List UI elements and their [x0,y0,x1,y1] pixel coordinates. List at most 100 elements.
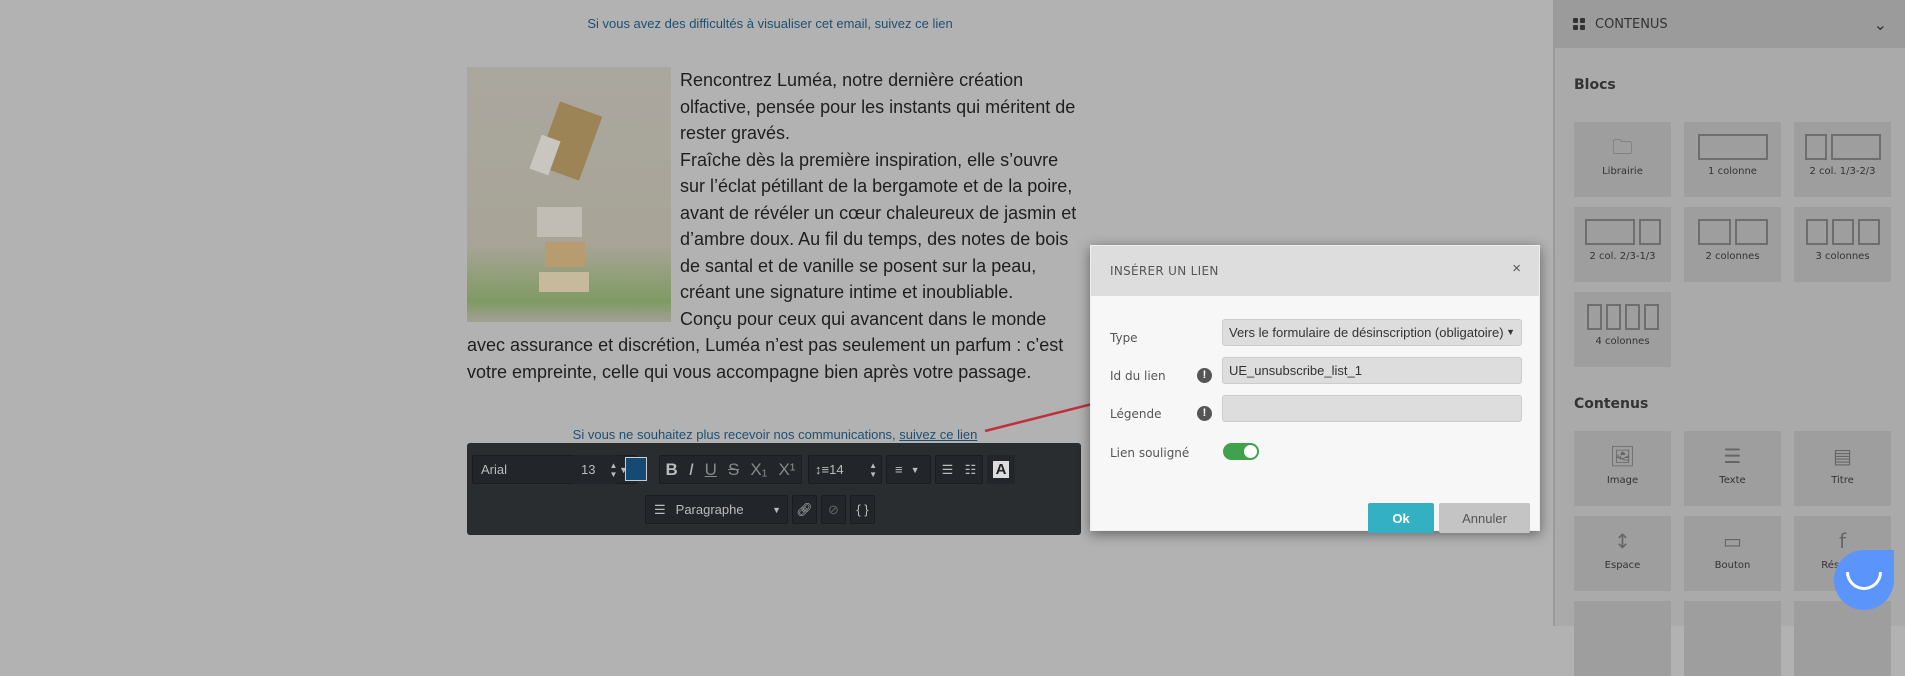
tile-label: Bouton [1714,560,1751,571]
bullet-list-icon[interactable]: ☰ [942,462,954,478]
link-id-label: Id du lien [1110,369,1166,383]
layout-icon [1574,207,1671,251]
block-4-columns[interactable]: 4 colonnes [1574,292,1671,367]
caption-input[interactable] [1222,395,1522,422]
text-toolbar: Arial ▼ 13 ▲ ▼ B I U S X₁ X¹ ↕≡ 14 ▲ ▼ ≡ ▼ ☰ ☷ A ☰ Par… [467,443,1081,535]
ok-button[interactable]: Ok [1368,503,1434,533]
tile-label: Espace [1604,560,1641,571]
content-text[interactable]: ☰ Texte [1684,431,1781,506]
dialog-title: INSÉRER UN LIEN [1091,246,1539,296]
contents-sidebar: CONTENUS ⌄ Blocs 🗀 Librairie 1 colonne 2 c… [1553,0,1905,676]
italic-icon[interactable]: I [689,460,694,480]
stepper-icon: ▲ ▼ [869,460,877,479]
link-id-input[interactable]: UE_unsubscribe_list_1 [1222,357,1522,384]
layout-icon [1684,122,1781,166]
tile-label: 2 col. 1/3-2/3 [1809,166,1876,177]
close-icon[interactable]: × [1512,260,1521,277]
paragraph-icon: ☰ [654,501,666,517]
caret-down-icon: ▼ [772,504,781,515]
type-value: Vers le formulaire de désinscription (ob… [1229,325,1504,340]
tile-label: 2 colonnes [1705,251,1760,262]
numbered-list-icon[interactable]: ☷ [965,462,977,478]
underline-toggle[interactable] [1223,443,1259,460]
title-icon: ▤ [1833,444,1852,468]
chevron-down-icon[interactable]: ⌄ [1874,15,1887,34]
remove-link-button[interactable]: ⊘ [821,495,846,524]
spacer-icon: ↕ [1614,529,1631,553]
block-1-column[interactable]: 1 colonne [1684,122,1781,197]
subscript-icon[interactable]: X₁ [750,460,767,480]
tile-label: 2 col. 2/3-1/3 [1589,251,1656,262]
type-select[interactable]: Vers le formulaire de désinscription (ob… [1222,319,1522,346]
link-icon: 🔗︎ [796,501,813,517]
font-size-stepper[interactable]: 13 ▲ ▼ [573,455,618,484]
layout-icon [1794,207,1891,251]
stepper-icon: ▲ ▼ [609,460,618,479]
layout-icon [1794,122,1891,166]
blocks-heading: Blocs [1574,77,1616,93]
sidebar-header[interactable]: CONTENUS ⌄ [1555,0,1905,48]
tile-label: 4 colonnes [1595,336,1650,347]
block-2col-2-3[interactable]: 2 col. 2/3-1/3 [1574,207,1671,282]
align-select[interactable]: ≡ ▼ [886,455,931,484]
image-icon: 🖼︎ [1609,444,1636,468]
line-height-icon: ↕≡ [815,462,830,477]
smile-icon [1846,572,1882,590]
block-library[interactable]: 🗀 Librairie [1574,122,1671,197]
paragraph-format-select[interactable]: ☰ Paragraphe ▼ [645,495,788,524]
chat-widget-button[interactable] [1834,550,1894,610]
content-image[interactable]: 🖼︎ Image [1574,431,1671,506]
content-tile[interactable] [1794,601,1891,676]
text-style-button[interactable]: A [987,455,1015,484]
paragraph-format-label: Paragraphe [675,502,744,517]
insert-link-button[interactable]: 🔗︎ [792,495,817,524]
superscript-icon[interactable]: X¹ [778,460,795,480]
block-2-columns[interactable]: 2 colonnes [1684,207,1781,282]
tile-label: Librairie [1602,166,1643,177]
braces-icon: { } [856,502,869,517]
content-button[interactable]: ▭ Bouton [1684,516,1781,591]
content-title[interactable]: ▤ Titre [1794,431,1891,506]
cancel-button[interactable]: Annuler [1439,503,1530,533]
strikethrough-icon[interactable]: S [728,460,739,480]
text-color-swatch[interactable] [625,457,647,481]
tile-label: Titre [1831,475,1854,486]
font-style-icon: A [992,461,1010,478]
bold-icon[interactable]: B [666,460,678,480]
text-icon: ☰ [1723,444,1742,468]
info-icon[interactable]: ! [1197,368,1212,383]
tile-label: 3 colonnes [1815,251,1870,262]
font-size-value: 13 [581,462,596,477]
line-height-stepper[interactable]: ↕≡ 14 ▲ ▼ [808,455,882,484]
tile-label: Image [1606,475,1639,486]
underline-label: Lien souligné [1110,446,1190,460]
folder-icon: 🗀 [1612,135,1633,159]
caret-down-icon: ▼ [1506,327,1515,337]
unlink-icon: ⊘ [828,501,839,517]
info-icon[interactable]: ! [1197,406,1212,421]
line-height-value: 14 [829,462,844,477]
underline-icon[interactable]: U [705,460,717,480]
layout-icon [1684,207,1781,251]
layout-icon [1574,292,1671,336]
insert-link-dialog: INSÉRER UN LIEN × Type Vers le formulair… [1090,245,1540,533]
tile-label: 1 colonne [1708,166,1757,177]
format-group: B I U S X₁ X¹ [659,455,802,484]
sidebar-title: CONTENUS [1595,16,1668,32]
block-3-columns[interactable]: 3 colonnes [1794,207,1891,282]
font-label: Arial [481,462,508,477]
content-tile[interactable] [1574,601,1671,676]
contents-heading: Contenus [1574,396,1649,412]
caption-label: Légende [1110,407,1162,421]
list-group: ☰ ☷ [935,455,983,484]
tile-label: Texte [1719,475,1746,486]
content-tile[interactable] [1684,601,1781,676]
type-label: Type [1110,331,1138,345]
variables-button[interactable]: { } [850,495,875,524]
block-2col-1-3[interactable]: 2 col. 1/3-2/3 [1794,122,1891,197]
content-space[interactable]: ↕ Espace [1574,516,1671,591]
caret-down-icon: ▼ [910,464,920,475]
button-icon: ▭ [1723,529,1742,553]
grid-icon [1573,18,1585,30]
align-center-icon: ≡ [895,462,903,477]
